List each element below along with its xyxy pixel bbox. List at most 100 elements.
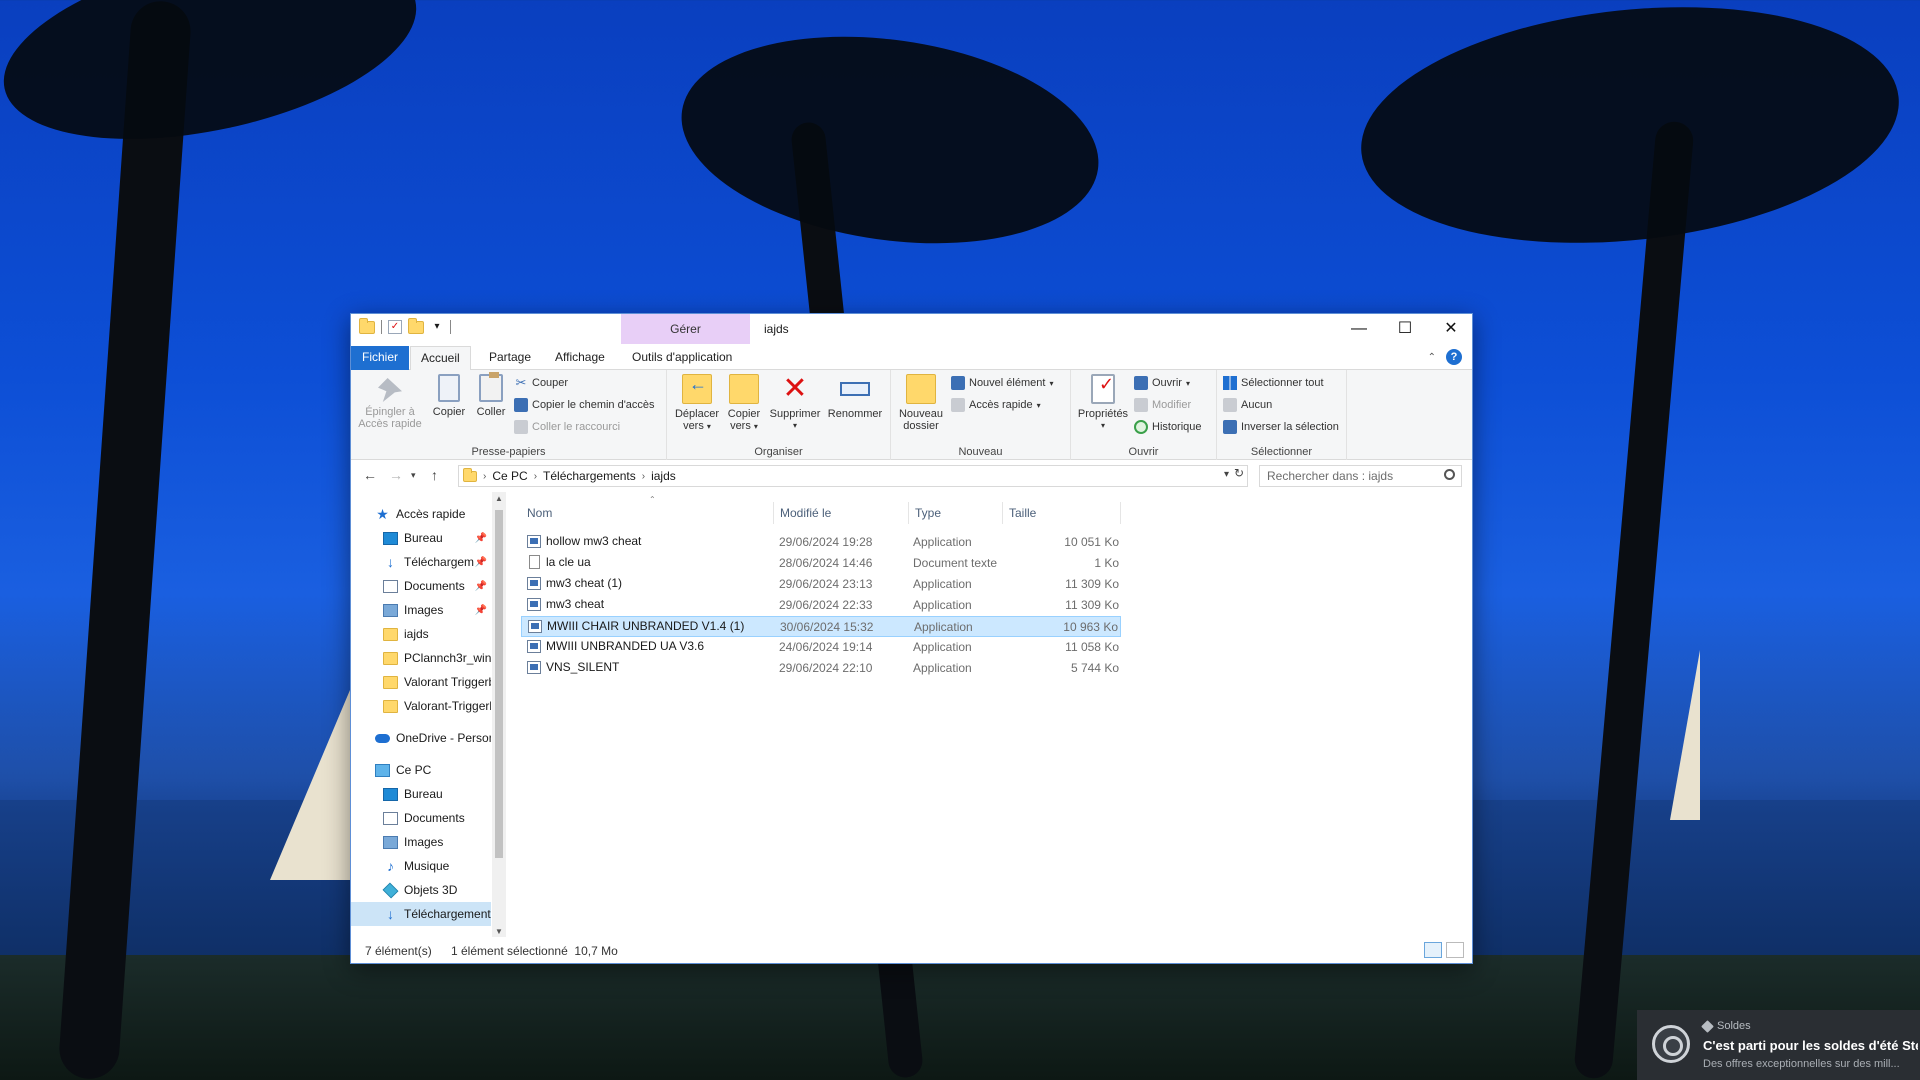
invert-selection-label: Inverser la sélection bbox=[1241, 421, 1339, 433]
cut-button[interactable]: ✂ Couper bbox=[514, 376, 569, 390]
properties-button[interactable]: Propriétés ▾ bbox=[1075, 374, 1131, 432]
maximize-button[interactable]: ☐ bbox=[1382, 314, 1428, 344]
help-icon[interactable]: ? bbox=[1446, 349, 1462, 365]
invert-selection-button[interactable]: Inverser la sélection bbox=[1223, 420, 1339, 434]
history-label: Historique bbox=[1152, 421, 1202, 433]
breadcrumb-chevron-icon[interactable]: › bbox=[642, 471, 645, 482]
3d-objects-icon bbox=[382, 882, 399, 898]
tab-home[interactable]: Accueil bbox=[410, 346, 471, 370]
customize-toolbar-icon[interactable]: ▾ bbox=[430, 320, 444, 334]
column-header-type[interactable]: Type bbox=[909, 502, 1003, 524]
recent-locations-chevron-icon[interactable]: ▾ bbox=[411, 470, 416, 481]
breadcrumb-chevron-icon[interactable]: › bbox=[483, 471, 486, 482]
nav-pc-item-3d-objects[interactable]: Objets 3D bbox=[351, 878, 491, 902]
address-history-dropdown-icon[interactable]: ▾ bbox=[1224, 469, 1229, 480]
refresh-icon[interactable]: ↻ bbox=[1234, 466, 1244, 480]
details-view-icon[interactable] bbox=[1424, 942, 1442, 958]
paste-shortcut-button[interactable]: Coller le raccourci bbox=[514, 420, 620, 434]
close-button[interactable]: ✕ bbox=[1428, 314, 1474, 344]
status-bar: 7 élément(s) 1 élément sélectionné 10,7 … bbox=[351, 937, 1472, 963]
column-header-size[interactable]: Taille bbox=[1003, 502, 1121, 524]
address-bar[interactable]: › Ce PC › Téléchargements › iajds ▾ bbox=[458, 465, 1248, 487]
nav-quick-item-bureau[interactable]: Bureau 📌 bbox=[351, 526, 491, 550]
select-none-button[interactable]: Aucun bbox=[1223, 398, 1272, 412]
delete-button[interactable]: ✕ Supprimer ▾ bbox=[767, 374, 823, 432]
rename-button[interactable]: Renommer bbox=[825, 374, 885, 420]
move-to-label-line2: vers ▾ bbox=[683, 420, 711, 432]
breadcrumb-this-pc[interactable]: Ce PC bbox=[492, 469, 527, 483]
column-header-name[interactable]: Nom bbox=[521, 502, 774, 524]
copy-to-button[interactable]: Copier vers ▾ bbox=[723, 374, 765, 433]
nav-onedrive[interactable]: OneDrive - Personnel bbox=[351, 726, 491, 750]
title-bar[interactable]: ✓ ▾ Gérer iajds — ☐ ✕ bbox=[351, 314, 1472, 344]
paste-button[interactable]: Coller bbox=[471, 372, 511, 418]
file-row[interactable]: mw3 cheat 29/06/2024 22:33 Application 1… bbox=[521, 595, 1121, 616]
new-folder-quick-icon[interactable] bbox=[408, 317, 424, 334]
large-icons-view-icon[interactable] bbox=[1446, 942, 1464, 958]
scroll-thumb[interactable] bbox=[495, 510, 503, 858]
copy-path-button[interactable]: Copier le chemin d'accès bbox=[514, 398, 655, 412]
group-label-clipboard: Presse-papiers bbox=[471, 446, 546, 458]
nav-quick-access[interactable]: ★ Accès rapide bbox=[351, 502, 491, 526]
back-arrow-icon[interactable]: ← bbox=[363, 467, 377, 483]
properties-quick-icon[interactable]: ✓ bbox=[388, 320, 402, 334]
easy-access-button[interactable]: Accès rapide ▾ bbox=[951, 398, 1041, 412]
scroll-up-icon[interactable]: ▲ bbox=[495, 494, 503, 503]
breadcrumb-current-folder[interactable]: iajds bbox=[651, 469, 676, 483]
nav-quick-item-iajds[interactable]: iajds bbox=[351, 622, 491, 646]
nav-quick-item-pclannch3r[interactable]: PClannch3r_win bbox=[351, 646, 491, 670]
open-button[interactable]: Ouvrir ▾ bbox=[1134, 376, 1190, 390]
file-row[interactable]: MWIII UNBRANDED UA V3.6 24/06/2024 19:14… bbox=[521, 637, 1121, 658]
select-all-button[interactable]: Sélectionner tout bbox=[1223, 376, 1324, 390]
nav-quick-item-images[interactable]: Images 📌 bbox=[351, 598, 491, 622]
edit-button[interactable]: Modifier bbox=[1134, 398, 1191, 412]
nav-label: PClannch3r_win bbox=[404, 651, 491, 665]
collapse-ribbon-icon[interactable]: ⌃ bbox=[1428, 352, 1436, 363]
nav-this-pc[interactable]: Ce PC bbox=[351, 758, 491, 782]
nav-quick-item-documents[interactable]: Documents 📌 bbox=[351, 574, 491, 598]
tab-view[interactable]: Affichage bbox=[545, 346, 615, 370]
breadcrumb-downloads[interactable]: Téléchargements bbox=[543, 469, 636, 483]
new-item-button[interactable]: Nouvel élément ▾ bbox=[951, 376, 1053, 390]
pin-icon bbox=[378, 378, 402, 402]
search-box[interactable]: Rechercher dans : iajds bbox=[1259, 465, 1462, 487]
nav-pc-item-downloads[interactable]: ↓ Téléchargements bbox=[351, 902, 491, 926]
tab-application-tools[interactable]: Outils d'application bbox=[622, 346, 742, 370]
toolbar-separator bbox=[450, 320, 451, 334]
nav-quick-item-valorant-triggerbot-2[interactable]: Valorant-Triggerbot bbox=[351, 694, 491, 718]
nav-scrollbar[interactable]: ▲ ▼ bbox=[492, 492, 506, 938]
tag-icon bbox=[1701, 1019, 1714, 1033]
nav-pc-item-documents[interactable]: Documents bbox=[351, 806, 491, 830]
column-header-modified[interactable]: Modifié le bbox=[774, 502, 909, 524]
minimize-button[interactable]: — bbox=[1336, 314, 1382, 344]
text-file-icon bbox=[529, 555, 540, 569]
breadcrumb-chevron-icon[interactable]: › bbox=[534, 471, 537, 482]
forward-arrow-icon[interactable]: → bbox=[389, 467, 403, 483]
nav-quick-item-valorant-triggerbot[interactable]: Valorant Triggerbot bbox=[351, 670, 491, 694]
toolbar-separator bbox=[381, 320, 382, 334]
new-item-icon bbox=[951, 376, 965, 390]
nav-pc-item-music[interactable]: ♪ Musique bbox=[351, 854, 491, 878]
file-row[interactable]: mw3 cheat (1) 29/06/2024 23:13 Applicati… bbox=[521, 574, 1121, 595]
steam-notification-toast[interactable]: Soldes C'est parti pour les soldes d'été… bbox=[1637, 1010, 1920, 1080]
file-row[interactable]: la cle ua 28/06/2024 14:46 Document text… bbox=[521, 553, 1121, 574]
pin-quick-access-button[interactable]: Épingler à Accès rapide bbox=[357, 374, 423, 430]
move-to-button[interactable]: Déplacer vers ▾ bbox=[673, 374, 721, 433]
file-row[interactable]: hollow mw3 cheat 29/06/2024 19:28 Applic… bbox=[521, 532, 1121, 553]
folder-icon bbox=[383, 651, 398, 665]
tab-share[interactable]: Partage bbox=[479, 346, 541, 370]
file-name-cell: MWIII UNBRANDED UA V3.6 bbox=[527, 639, 704, 653]
contextual-tab-manage[interactable]: Gérer bbox=[621, 314, 750, 344]
tab-file[interactable]: Fichier bbox=[351, 346, 409, 370]
new-folder-button[interactable]: Nouveau dossier bbox=[895, 374, 947, 432]
file-row[interactable]: VNS_SILENT 29/06/2024 22:10 Application … bbox=[521, 658, 1121, 679]
nav-pc-item-bureau[interactable]: Bureau bbox=[351, 782, 491, 806]
copy-button[interactable]: Copier bbox=[429, 374, 469, 418]
scroll-down-icon[interactable]: ▼ bbox=[495, 927, 503, 936]
up-arrow-icon[interactable]: ↑ bbox=[431, 467, 438, 483]
file-row-selected[interactable]: MWIII CHAIR UNBRANDED V1.4 (1) 30/06/202… bbox=[521, 616, 1121, 637]
properties-label: Propriétés bbox=[1077, 408, 1129, 420]
nav-quick-item-downloads[interactable]: ↓ Téléchargements 📌 bbox=[351, 550, 491, 574]
nav-pc-item-images[interactable]: Images bbox=[351, 830, 491, 854]
history-button[interactable]: Historique bbox=[1134, 420, 1202, 434]
